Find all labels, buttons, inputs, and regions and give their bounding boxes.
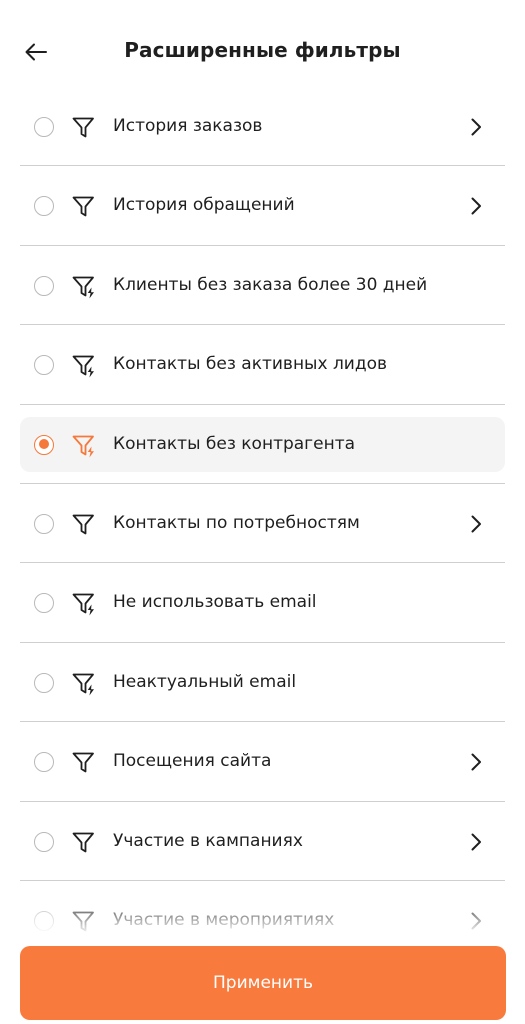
page-title: Расширенные фильтры bbox=[124, 38, 401, 62]
radio-button[interactable] bbox=[34, 831, 54, 852]
funnel-lightning-icon bbox=[72, 355, 94, 378]
funnel-icon bbox=[72, 514, 94, 535]
radio-button[interactable] bbox=[34, 593, 54, 614]
filter-row[interactable]: Контакты без контрагента bbox=[0, 405, 525, 484]
filter-label: Контакты без контрагента bbox=[113, 433, 356, 454]
advanced-filters-screen: Расширенные фильтры История заказов Истор… bbox=[0, 0, 525, 1024]
filter-row[interactable]: Не использовать email bbox=[0, 563, 525, 643]
filter-label: Не использовать email bbox=[113, 592, 317, 613]
filter-row[interactable]: Посещения сайта bbox=[0, 722, 525, 802]
filter-label: Контакты по потребностям bbox=[113, 512, 360, 533]
filter-row[interactable]: Участие в мероприятиях bbox=[0, 881, 525, 933]
funnel-icon bbox=[72, 117, 94, 138]
radio-button[interactable] bbox=[34, 752, 54, 773]
filter-label: Контакты без активных лидов bbox=[113, 354, 388, 375]
radio-button[interactable] bbox=[34, 355, 54, 376]
filter-row[interactable]: Контакты по потребностям bbox=[0, 484, 525, 564]
radio-selected[interactable] bbox=[34, 434, 54, 455]
apply-button[interactable]: Применить bbox=[20, 946, 506, 1020]
funnel-lightning-icon bbox=[72, 435, 94, 458]
funnel-icon bbox=[72, 752, 94, 773]
funnel-lightning-icon bbox=[72, 593, 94, 616]
filter-row[interactable]: Клиенты без заказа более 30 дней bbox=[0, 246, 525, 326]
radio-button[interactable] bbox=[34, 117, 54, 137]
filter-row[interactable]: История обращений bbox=[0, 166, 525, 246]
header: Расширенные фильтры bbox=[0, 0, 525, 100]
chevron-right-icon bbox=[471, 197, 481, 215]
radio-button[interactable] bbox=[34, 275, 54, 296]
chevron-right-icon bbox=[471, 833, 481, 851]
radio-button[interactable] bbox=[34, 196, 54, 217]
filter-label: Неактуальный email bbox=[113, 671, 297, 692]
chevron-right-icon bbox=[471, 753, 481, 771]
filter-row[interactable]: Участие в кампаниях bbox=[0, 802, 525, 881]
funnel-icon bbox=[72, 196, 94, 217]
filter-label: Участие в кампаниях bbox=[113, 830, 303, 851]
filter-label: Посещения сайта bbox=[113, 751, 272, 772]
funnel-lightning-icon bbox=[72, 276, 94, 299]
filter-label: Участие в мероприятиях bbox=[113, 909, 335, 930]
filter-label: Клиенты без заказа более 30 дней bbox=[113, 274, 428, 295]
filter-label: История заказов bbox=[113, 116, 263, 136]
radio-button[interactable] bbox=[34, 513, 54, 534]
filter-row[interactable]: История заказов bbox=[0, 87, 525, 167]
funnel-lightning-icon bbox=[72, 673, 94, 696]
chevron-right-icon bbox=[471, 515, 481, 533]
radio-button[interactable] bbox=[34, 672, 54, 693]
chevron-right-icon bbox=[471, 912, 481, 930]
funnel-icon bbox=[72, 832, 94, 852]
chevron-right-icon bbox=[471, 118, 481, 136]
filter-row[interactable]: Неактуальный email bbox=[0, 643, 525, 723]
filter-label: История обращений bbox=[113, 195, 295, 216]
filter-list[interactable]: История заказов История обращений Клиенты … bbox=[0, 87, 525, 933]
funnel-icon bbox=[72, 911, 94, 932]
radio-button[interactable] bbox=[34, 910, 54, 931]
filter-row[interactable]: Контакты без активных лидов bbox=[0, 325, 525, 405]
